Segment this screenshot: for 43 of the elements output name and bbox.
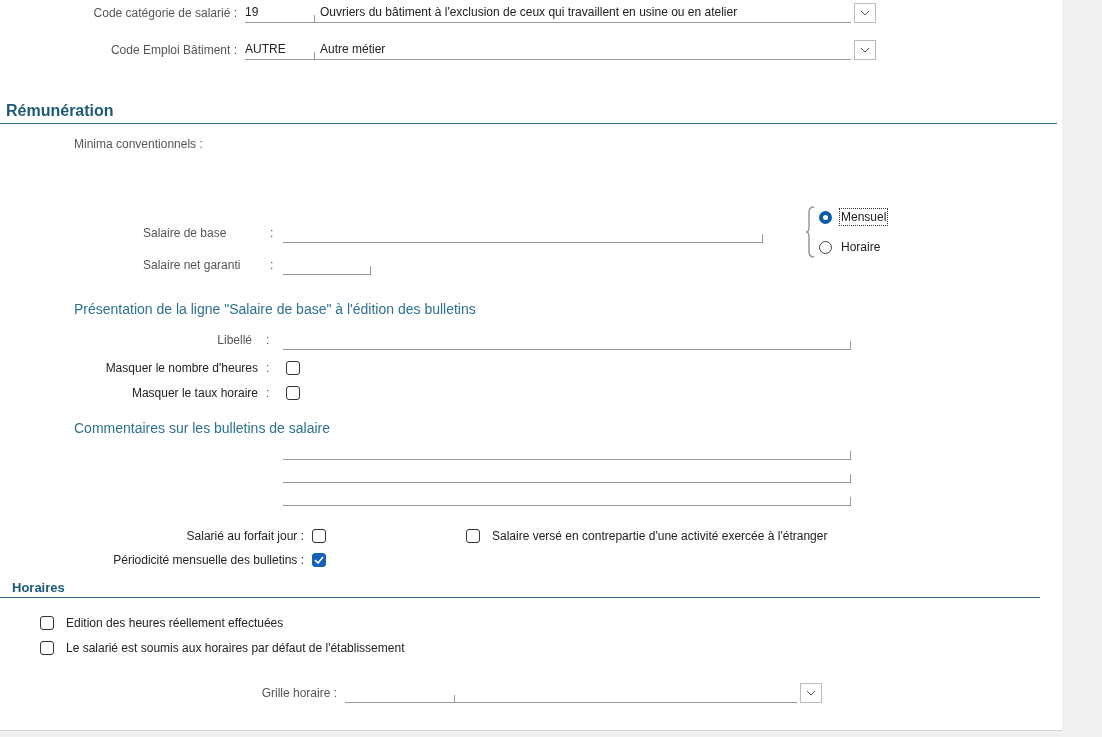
checkbox[interactable]: [40, 616, 54, 630]
field-label: Minima conventionnels :: [74, 136, 204, 152]
checkbox[interactable]: [312, 553, 326, 567]
section-heading: Rémunération: [0, 101, 1057, 124]
checkbox-label: Le salarié est soumis aux horaires par défaut de l'établissement: [66, 641, 405, 655]
colon-separator: :: [270, 225, 275, 242]
field-label: Libellé: [216, 332, 253, 349]
field-label: Grille horaire :: [260, 686, 338, 700]
checkbox[interactable]: [312, 529, 326, 543]
chevron-down-icon: [806, 690, 816, 696]
radio-label[interactable]: Horaire: [839, 238, 883, 256]
checkbox[interactable]: [286, 386, 300, 400]
code-dropdown[interactable]: AUTRE Autre métier: [245, 40, 851, 60]
section-heading: Horaires: [0, 580, 1040, 598]
checkbox[interactable]: [286, 361, 300, 375]
field-label: Code Emploi Bâtiment :: [109, 43, 238, 57]
subsection-heading: Présentation de la ligne "Salaire de base" à l'édition des bulletins: [74, 300, 477, 318]
subsection-heading: Commentaires sur les bulletins de salaire: [74, 419, 331, 437]
radio-button[interactable]: [819, 210, 832, 224]
brace-icon: [805, 206, 815, 258]
colon-separator: :: [265, 386, 271, 400]
colon-separator: :: [265, 361, 271, 375]
field-label: Code catégorie de salarié :: [92, 6, 238, 20]
code-dropdown[interactable]: 19 Ouvriers du bâtiment à l'exclusion de ceux qui travaillent en usine ou en atelier: [245, 3, 851, 23]
checkbox[interactable]: [466, 529, 480, 543]
chevron-down-icon: [860, 47, 870, 53]
dropdown-button[interactable]: [854, 3, 876, 23]
checkbox-label: Salarié au forfait jour :: [185, 529, 305, 543]
colon-separator: :: [265, 332, 271, 349]
checkmark-icon: [314, 556, 324, 564]
dropdown-button[interactable]: [800, 683, 822, 703]
field-label: Salaire de base: [143, 225, 228, 242]
colon-separator: :: [270, 257, 275, 274]
checkbox-label: Edition des heures réellement effectuées: [66, 616, 284, 630]
dropdown-button[interactable]: [854, 40, 876, 60]
field-label: Salaire net garanti: [143, 257, 242, 274]
checkbox-label: Masquer le nombre d'heures: [104, 361, 259, 375]
checkbox-label: Masquer le taux horaire: [130, 386, 259, 400]
radio-label[interactable]: Mensuel: [839, 208, 889, 226]
chevron-down-icon: [860, 10, 870, 16]
checkbox[interactable]: [40, 641, 54, 655]
checkbox-label: Périodicité mensuelle des bulletins :: [112, 553, 305, 567]
checkbox-label: Salaire versé en contrepartie d'une activité exercée à l'étranger: [492, 529, 828, 543]
